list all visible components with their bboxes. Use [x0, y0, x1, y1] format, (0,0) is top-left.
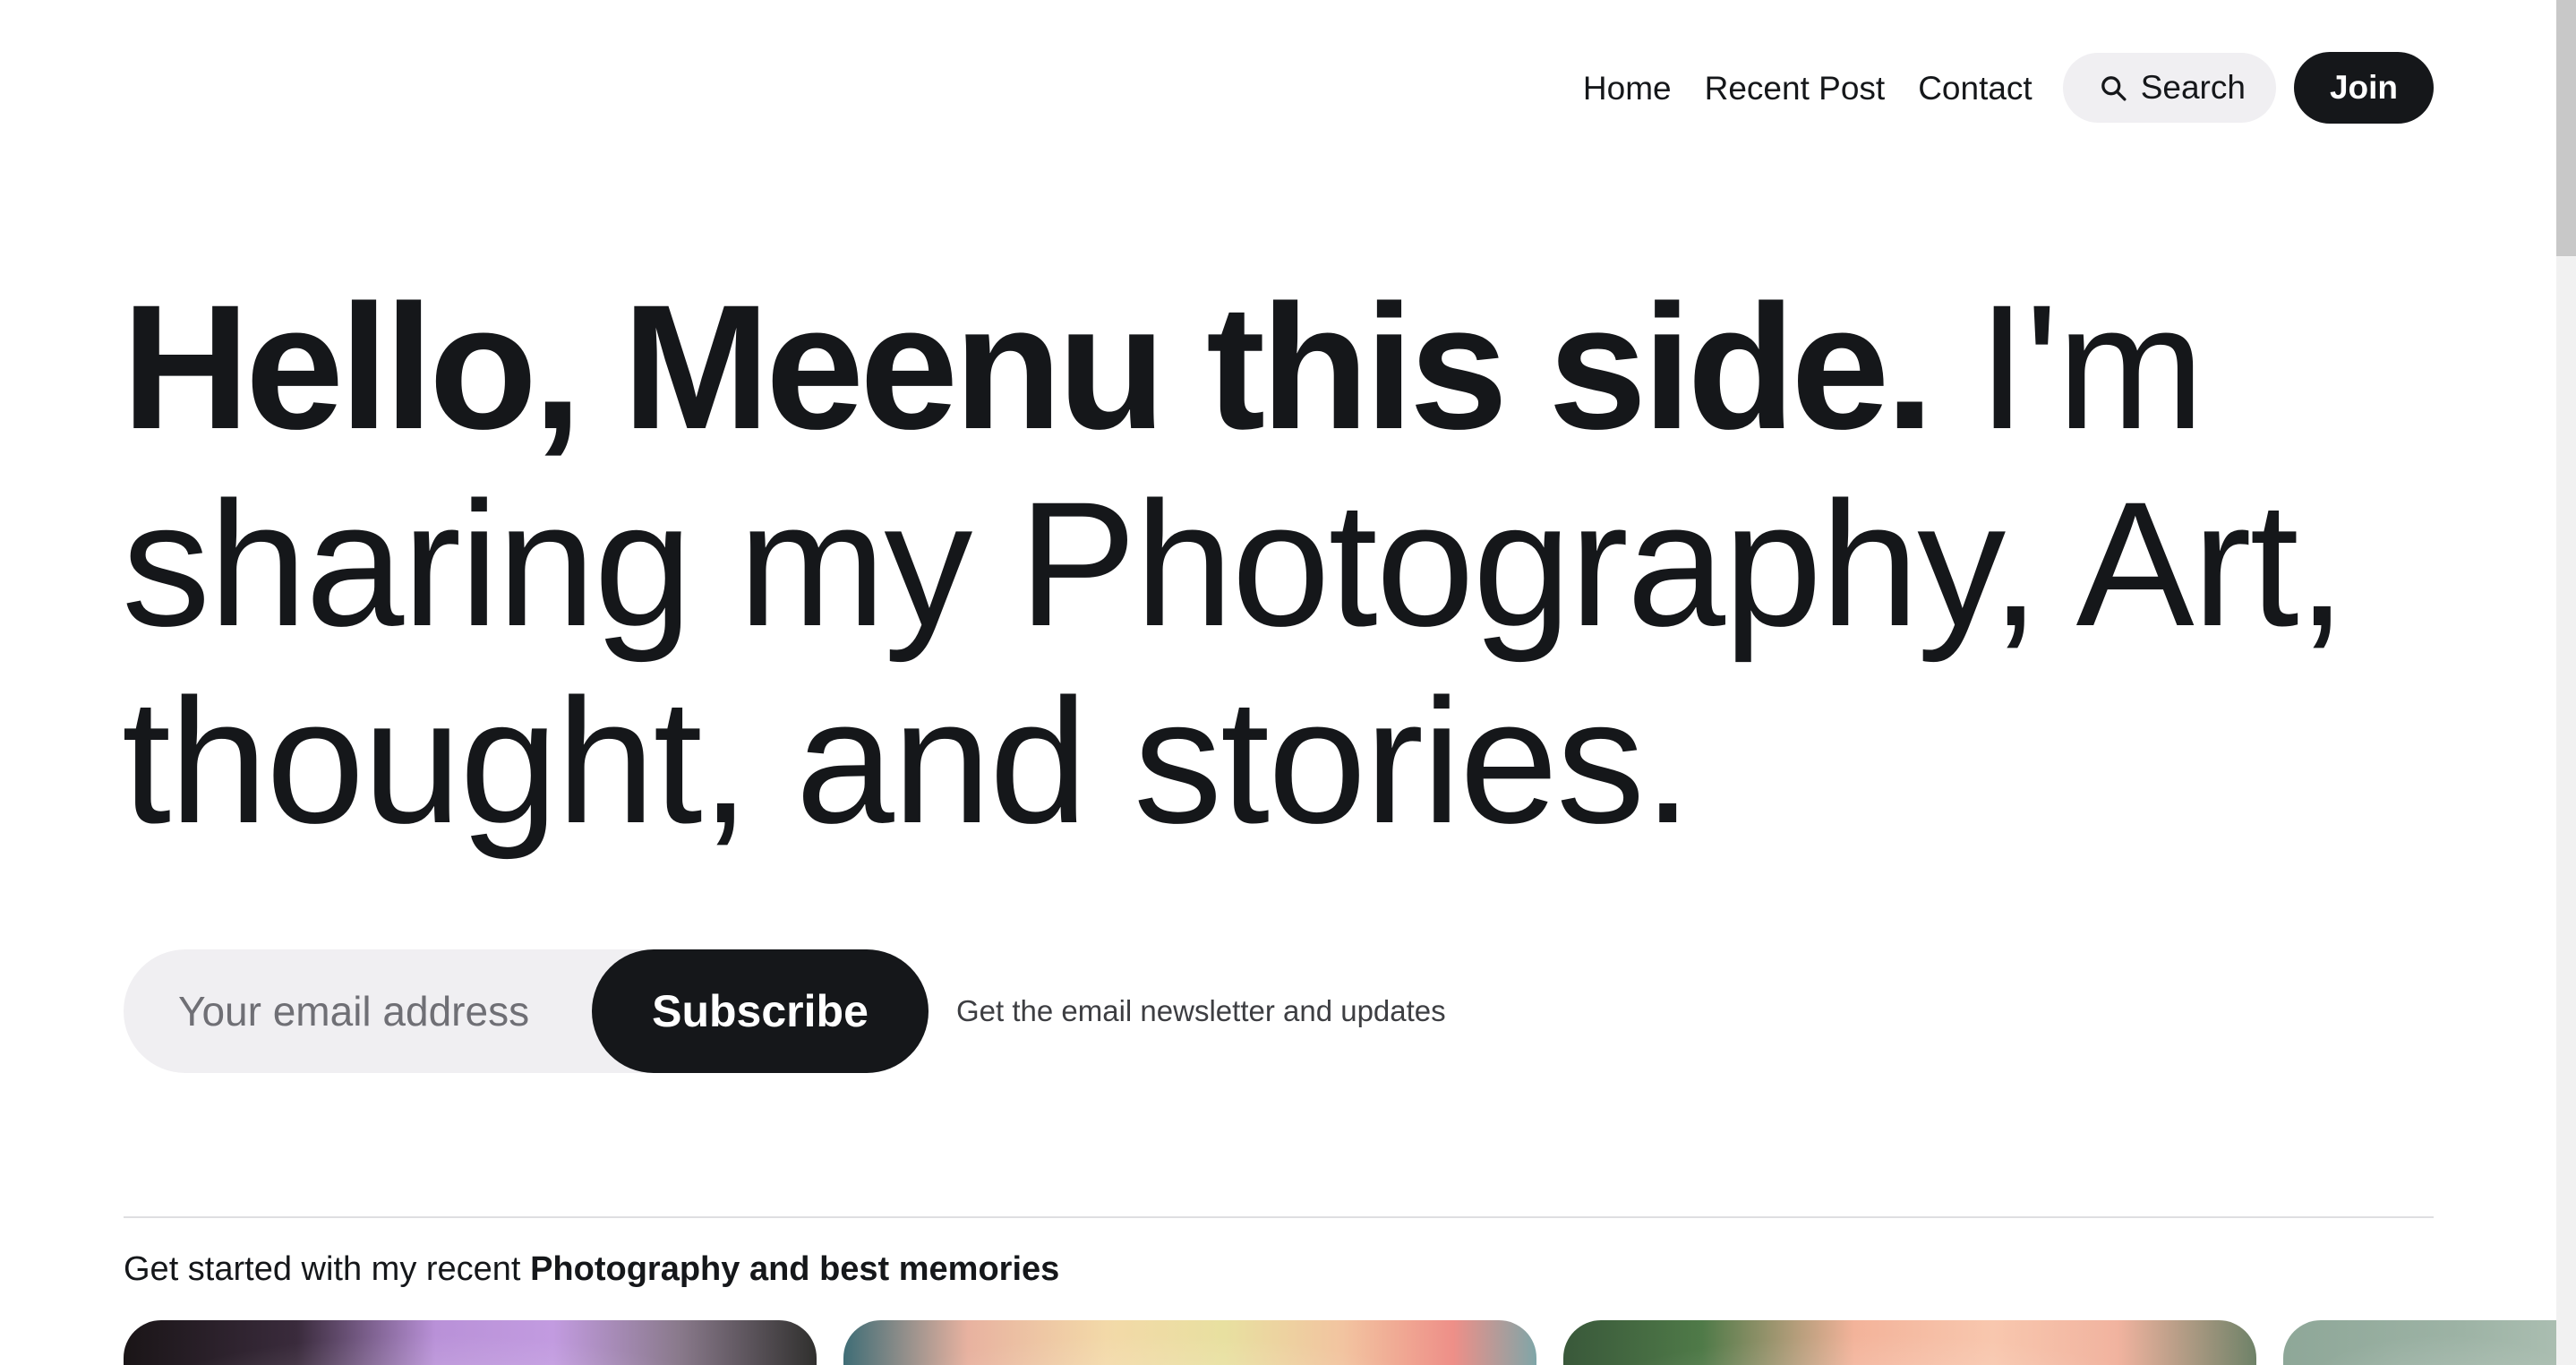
section-intro-text: Get started with my recent [124, 1250, 531, 1288]
subscribe-button[interactable]: Subscribe [592, 949, 929, 1073]
hero-heading: Hello, Meenu this side. I'm sharing my P… [122, 269, 2450, 860]
post-card-image[interactable] [2283, 1320, 2576, 1365]
subscribe-area: Subscribe Get the email newsletter and u… [124, 949, 1446, 1074]
post-card-image[interactable] [124, 1320, 817, 1365]
nav-recent-post-link[interactable]: Recent Post [1705, 72, 1886, 105]
nav-contact-link[interactable]: Contact [1918, 72, 2033, 105]
scrollbar-thumb[interactable] [2556, 0, 2576, 256]
join-button[interactable]: Join [2293, 52, 2434, 124]
section-intro-bold: Photography and best memories [530, 1250, 1060, 1288]
search-button[interactable]: Search [2062, 53, 2276, 123]
page: Home Recent Post Contact Search Join Hel… [0, 0, 2576, 1365]
page-scrollbar[interactable] [2556, 0, 2576, 1365]
search-icon [2101, 75, 2127, 101]
email-input[interactable] [124, 949, 646, 1074]
subscribe-note: Get the email newsletter and updates [956, 994, 1446, 1027]
section-divider [124, 1216, 2434, 1218]
top-nav: Home Recent Post Contact Search Join [1583, 52, 2434, 124]
subscribe-form: Subscribe [124, 949, 929, 1074]
search-button-label: Search [2140, 69, 2246, 106]
nav-home-link[interactable]: Home [1583, 72, 1672, 105]
post-card-image[interactable] [1563, 1320, 2256, 1365]
section-intro: Get started with my recent Photography a… [124, 1250, 1059, 1289]
post-card-image[interactable] [843, 1320, 1536, 1365]
hero-heading-bold: Hello, Meenu this side. [122, 268, 1934, 466]
